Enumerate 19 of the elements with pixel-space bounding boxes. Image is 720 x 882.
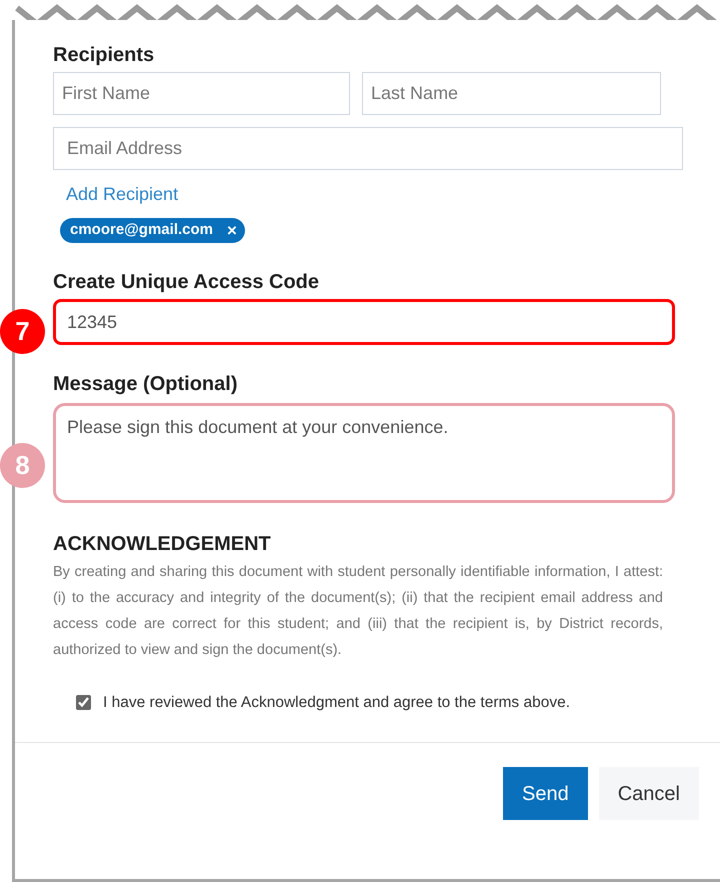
- add-recipient-link[interactable]: Add Recipient: [66, 180, 178, 208]
- access-code-field[interactable]: 12345: [53, 299, 675, 345]
- first-name-field[interactable]: First Name: [53, 72, 350, 115]
- section-heading: ACKNOWLEDGEMENT: [53, 532, 272, 557]
- email-field[interactable]: Email Address: [53, 127, 683, 170]
- field-label: Create Unique Access Code: [53, 270, 320, 295]
- acknowledgement-text: By creating and sharing this document with student personally identifiable information, I attest: (i) to the accuracy and integrity of the document(s); (ii) that the recipient email address and access code are correct for this student; and (iii) that the recipient is, by District records, authorized to view and sign the document(s).: [53, 563, 663, 660]
- callout-badge: 8: [0, 443, 45, 488]
- send-button[interactable]: Send: [503, 767, 588, 820]
- agree-checkbox[interactable]: [76, 695, 91, 710]
- checkbox-label: I have reviewed the Acknowledgment and agree to the terms above.: [103, 693, 570, 713]
- section-heading: Recipients: [53, 43, 156, 68]
- callout-badge: 7: [0, 309, 45, 354]
- cancel-button[interactable]: Cancel: [598, 767, 699, 820]
- chip-label: cmoore@gmail.com: [70, 220, 213, 240]
- remove-button[interactable]: ×: [227, 222, 237, 239]
- field-label: Message (Optional): [53, 372, 238, 397]
- last-name-field[interactable]: Last Name: [362, 72, 661, 115]
- message-field[interactable]: Please sign this document at your convenience.: [53, 403, 675, 503]
